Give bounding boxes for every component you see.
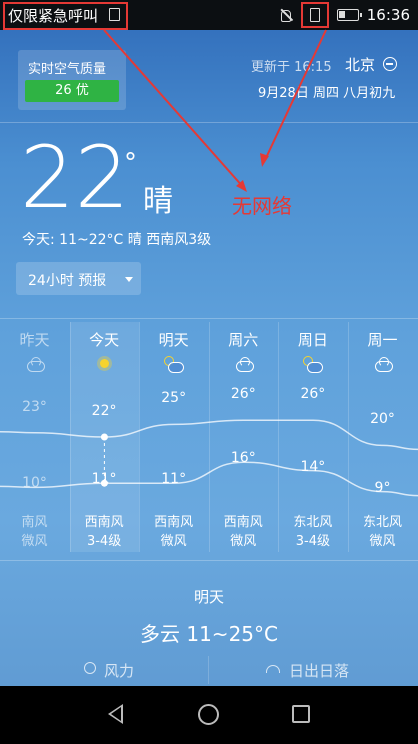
sunrise-icon: [266, 665, 280, 673]
tab-wind[interactable]: 风力: [104, 660, 134, 681]
annotation-label: 无网络: [232, 194, 292, 218]
forecast-grid: 昨天 23° 10° 南风 微风 今天 22° 11° 西南风 3-4级 明天 25° 11° 西南风 微风…: [0, 322, 418, 560]
tomorrow-title: 明天: [193, 588, 224, 606]
divider: [0, 318, 418, 319]
current-temp: 22: [20, 128, 130, 228]
city-menu-icon[interactable]: [383, 57, 397, 71]
status-icons: 16:36: [279, 2, 410, 28]
wind-icon: [84, 662, 96, 674]
divider: [0, 560, 418, 561]
high-temp-line: [0, 419, 418, 451]
back-icon[interactable]: [108, 704, 123, 724]
divider: [0, 122, 418, 123]
recent-apps-icon[interactable]: [292, 705, 310, 723]
hourly-forecast-button[interactable]: 24小时 预报: [16, 262, 141, 295]
clock: 16:36: [366, 6, 410, 24]
today-temp-point: [100, 479, 108, 487]
temperature-chart: [0, 419, 418, 497]
today-temp-point: [100, 433, 108, 441]
mute-icon: [279, 8, 293, 22]
city-name[interactable]: 北京: [345, 54, 375, 75]
navigation-bar: [0, 686, 418, 744]
date-text: 9月28日 周四 八月初九: [258, 86, 396, 101]
tomorrow-condition: 多云 11~25°C: [140, 622, 278, 646]
home-icon[interactable]: [198, 704, 219, 725]
annotation-arrowhead: [260, 153, 269, 167]
degree-sign: °: [124, 148, 137, 178]
no-network-icon: [309, 8, 320, 22]
tab-sunrise-sunset[interactable]: 日出日落: [289, 660, 349, 681]
sim-icon: [109, 8, 120, 21]
hourly-forecast-label: 24小时 预报: [28, 273, 107, 289]
status-bar: 仅限紧急呼叫 16:36: [0, 0, 418, 30]
update-time: 更新于 16:15: [251, 60, 332, 75]
annotation-box-network: [300, 2, 329, 28]
air-quality-title: 实时空气质量: [28, 62, 107, 77]
divider: [208, 656, 209, 684]
chevron-down-icon: [125, 277, 133, 282]
battery-icon: [336, 9, 362, 21]
bottom-tabs: 风力 日出日落: [0, 652, 418, 686]
carrier-text: 仅限紧急呼叫: [8, 7, 99, 25]
current-condition: 晴: [143, 184, 173, 219]
air-quality-badge: 26 优: [25, 80, 119, 102]
low-temp-line: [0, 461, 418, 497]
air-quality-card[interactable]: 实时空气质量 26 优: [18, 50, 126, 110]
today-summary: 今天: 11~22°C 晴 西南风3级: [22, 232, 212, 248]
